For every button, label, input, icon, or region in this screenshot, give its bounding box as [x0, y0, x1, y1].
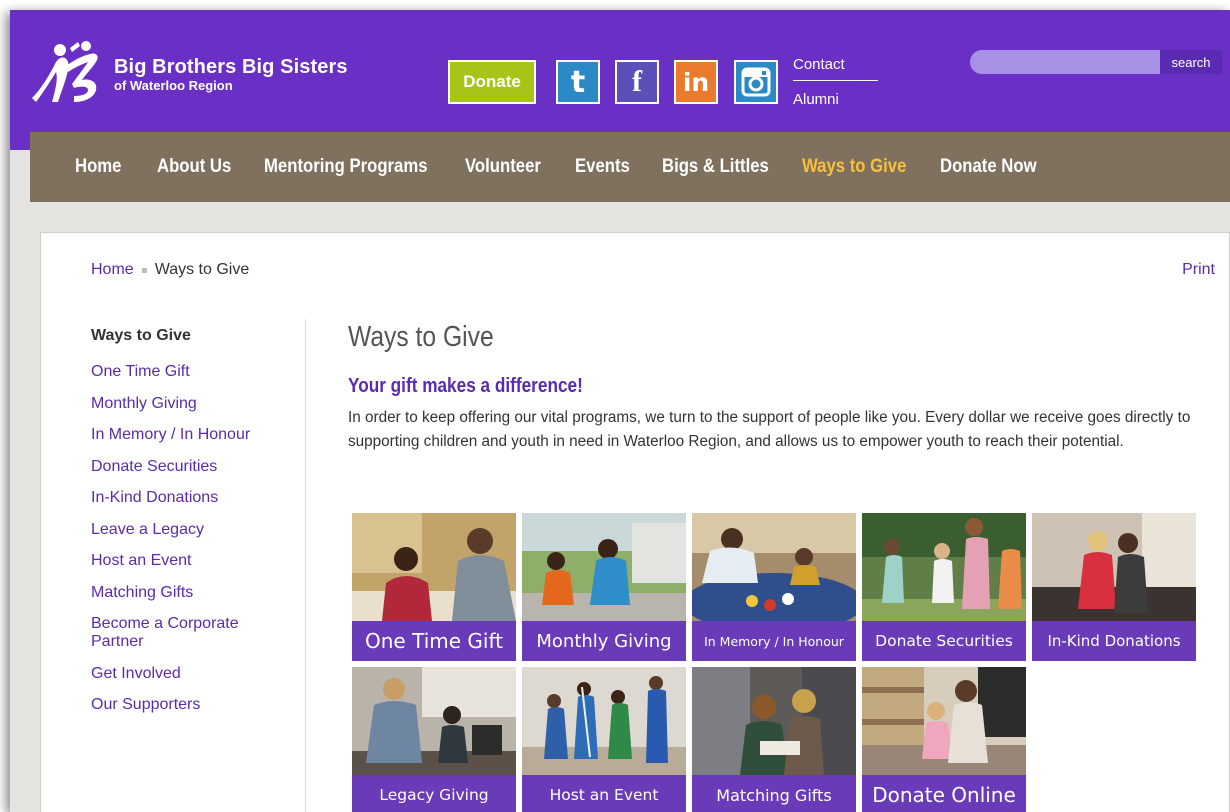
- page-title: Ways to Give: [348, 321, 494, 353]
- tile-label: Legacy Giving: [352, 775, 516, 812]
- tile-photo-donate-online: [862, 667, 1026, 775]
- tile-label: Matching Gifts: [692, 775, 856, 812]
- tile-photo-matching-gifts: [692, 667, 856, 775]
- tumblr-icon: t: [570, 64, 586, 100]
- sidebar-item-leave-legacy[interactable]: Leave a Legacy: [91, 521, 291, 539]
- sidebar-item-one-time-gift[interactable]: One Time Gift: [91, 363, 291, 381]
- content-area: Home Ways to Give Print Ways to Give One…: [40, 232, 1230, 812]
- main-content: Ways to Give Your gift makes a differenc…: [348, 321, 1218, 453]
- sidebar-item-host-event[interactable]: Host an Event: [91, 552, 291, 570]
- breadcrumb-current: Ways to Give: [154, 261, 250, 278]
- instagram-icon: [741, 67, 771, 97]
- facebook-icon: f: [632, 65, 642, 98]
- logo-title: Big Brothers Big Sisters: [114, 56, 348, 78]
- nav-item-bigs-littles[interactable]: Bigs & Littles: [662, 156, 769, 178]
- tile-label: In Memory / In Honour: [692, 621, 856, 661]
- instagram-link[interactable]: [734, 60, 778, 104]
- breadcrumb-separator: [141, 267, 147, 273]
- sidebar: Ways to Give One Time Gift Monthly Givin…: [91, 327, 291, 728]
- tile-one-time-gift[interactable]: One Time Gift: [352, 513, 516, 661]
- breadcrumb-home[interactable]: Home: [91, 261, 134, 279]
- tile-photo-legacy-giving: [352, 667, 516, 775]
- tile-in-memory[interactable]: In Memory / In Honour: [692, 513, 856, 661]
- sidebar-item-in-memory[interactable]: In Memory / In Honour: [91, 426, 291, 444]
- utility-links: Contact Alumni: [793, 56, 883, 108]
- nav-item-ways-to-give[interactable]: Ways to Give: [802, 156, 906, 178]
- nav-item-about-us[interactable]: About Us: [157, 156, 231, 178]
- linkedin-icon: in: [682, 67, 710, 97]
- main-nav: Home About Us Mentoring Programs Volunte…: [30, 132, 1230, 202]
- sidebar-item-our-supporters[interactable]: Our Supporters: [91, 696, 291, 714]
- tile-matching-gifts[interactable]: Matching Gifts: [692, 667, 856, 812]
- site-header: Big Brothers Big Sisters of Waterloo Reg…: [10, 10, 1230, 150]
- tile-photo-donate-securities: [862, 513, 1026, 621]
- tile-label: Monthly Giving: [522, 621, 686, 661]
- tile-donate-online[interactable]: Donate Online: [862, 667, 1026, 812]
- breadcrumb: Home Ways to Give: [91, 261, 249, 279]
- giving-tiles: One Time Gift Monthly Giving In Memory /…: [352, 513, 1212, 812]
- tumblr-link[interactable]: t: [556, 60, 600, 104]
- sidebar-item-in-kind[interactable]: In-Kind Donations: [91, 489, 291, 507]
- tile-legacy-giving[interactable]: Legacy Giving: [352, 667, 516, 812]
- tile-host-an-event[interactable]: Host an Event: [522, 667, 686, 812]
- tile-photo-in-memory: [692, 513, 856, 621]
- sidebar-item-donate-securities[interactable]: Donate Securities: [91, 458, 291, 476]
- search-button[interactable]: search: [1160, 50, 1222, 74]
- linkedin-link[interactable]: in: [674, 60, 718, 104]
- sidebar-divider: [305, 319, 306, 812]
- tile-label: Donate Online: [862, 775, 1026, 812]
- facebook-link[interactable]: f: [615, 60, 659, 104]
- tile-monthly-giving[interactable]: Monthly Giving: [522, 513, 686, 661]
- nav-item-donate-now[interactable]: Donate Now: [940, 156, 1037, 178]
- logo-subtitle: of Waterloo Region: [114, 78, 233, 93]
- intro-paragraph: In order to keep offering our vital prog…: [348, 409, 1191, 450]
- nav-item-volunteer[interactable]: Volunteer: [465, 156, 541, 178]
- donate-button[interactable]: Donate: [448, 60, 536, 104]
- tile-label: Host an Event: [522, 775, 686, 812]
- nav-item-mentoring-programs[interactable]: Mentoring Programs: [264, 156, 428, 178]
- alumni-link[interactable]: Alumni: [793, 91, 883, 108]
- contact-link[interactable]: Contact: [793, 56, 878, 81]
- search-input[interactable]: [970, 50, 1160, 74]
- browser-page: Big Brothers Big Sisters of Waterloo Reg…: [10, 10, 1230, 812]
- sidebar-item-corporate-partner[interactable]: Become a Corporate Partner: [91, 615, 261, 651]
- tile-photo-in-kind-donations: [1032, 513, 1196, 621]
- tile-label: One Time Gift: [352, 621, 516, 661]
- page-subtitle: Your gift makes a difference!: [348, 375, 583, 397]
- tile-label: In-Kind Donations: [1032, 621, 1196, 661]
- tile-photo-one-time-gift: [352, 513, 516, 621]
- print-link[interactable]: Print: [1182, 261, 1215, 279]
- tile-donate-securities[interactable]: Donate Securities: [862, 513, 1026, 661]
- tile-in-kind-donations[interactable]: In-Kind Donations: [1032, 513, 1196, 661]
- nav-item-home[interactable]: Home: [75, 156, 121, 178]
- tile-photo-monthly-giving: [522, 513, 686, 621]
- sidebar-title: Ways to Give: [91, 327, 191, 344]
- logo-figures-icon: [32, 41, 98, 102]
- sidebar-item-matching-gifts[interactable]: Matching Gifts: [91, 584, 291, 602]
- site-logo[interactable]: Big Brothers Big Sisters of Waterloo Reg…: [30, 40, 410, 110]
- nav-item-events[interactable]: Events: [575, 156, 630, 178]
- sidebar-item-monthly-giving[interactable]: Monthly Giving: [91, 395, 291, 413]
- tile-label: Donate Securities: [862, 621, 1026, 661]
- sidebar-item-get-involved[interactable]: Get Involved: [91, 665, 291, 683]
- tile-photo-host-an-event: [522, 667, 686, 775]
